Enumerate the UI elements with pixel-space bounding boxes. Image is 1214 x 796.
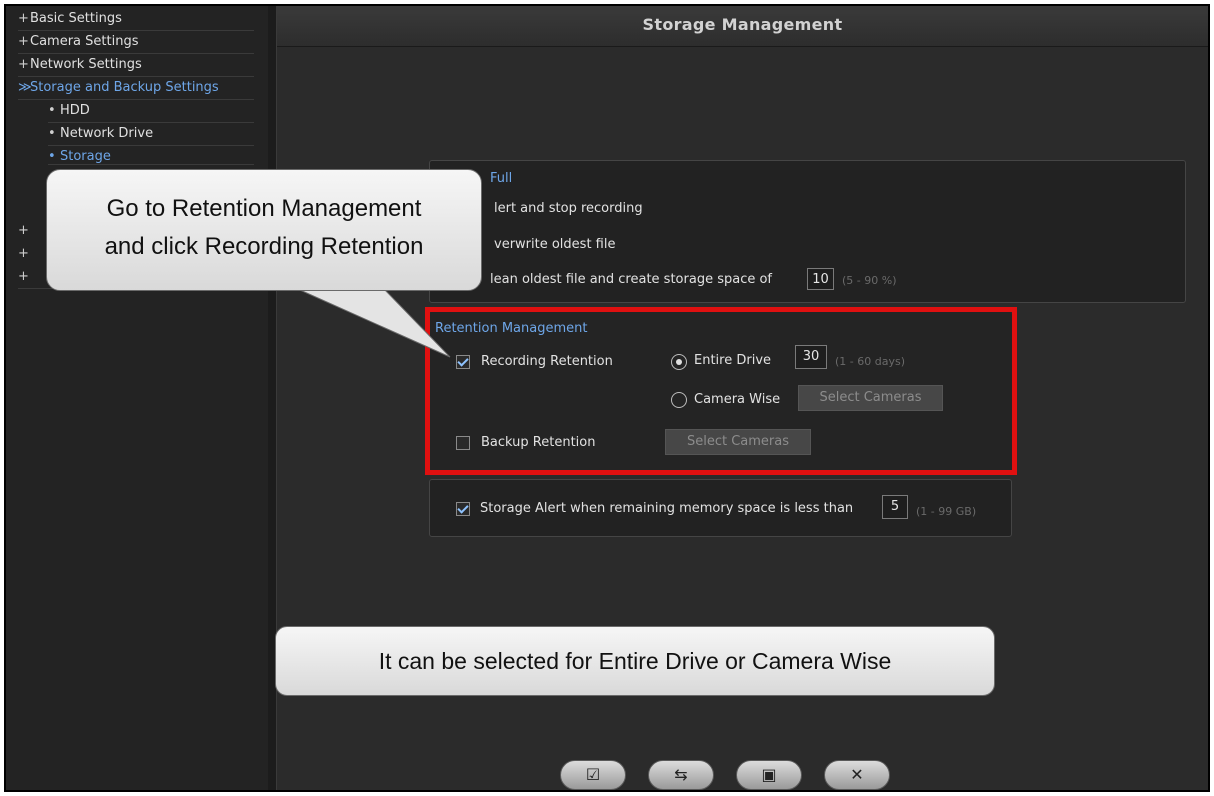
callout-line-2: and click Recording Retention [104,233,424,260]
info-callout-text: It can be selected for Entire Drive or C… [378,648,892,674]
instruction-callout: Go to Retention Management and click Rec… [46,169,482,291]
info-callout: It can be selected for Entire Drive or C… [275,626,995,696]
callout-line-1: Go to Retention Management [106,195,422,222]
